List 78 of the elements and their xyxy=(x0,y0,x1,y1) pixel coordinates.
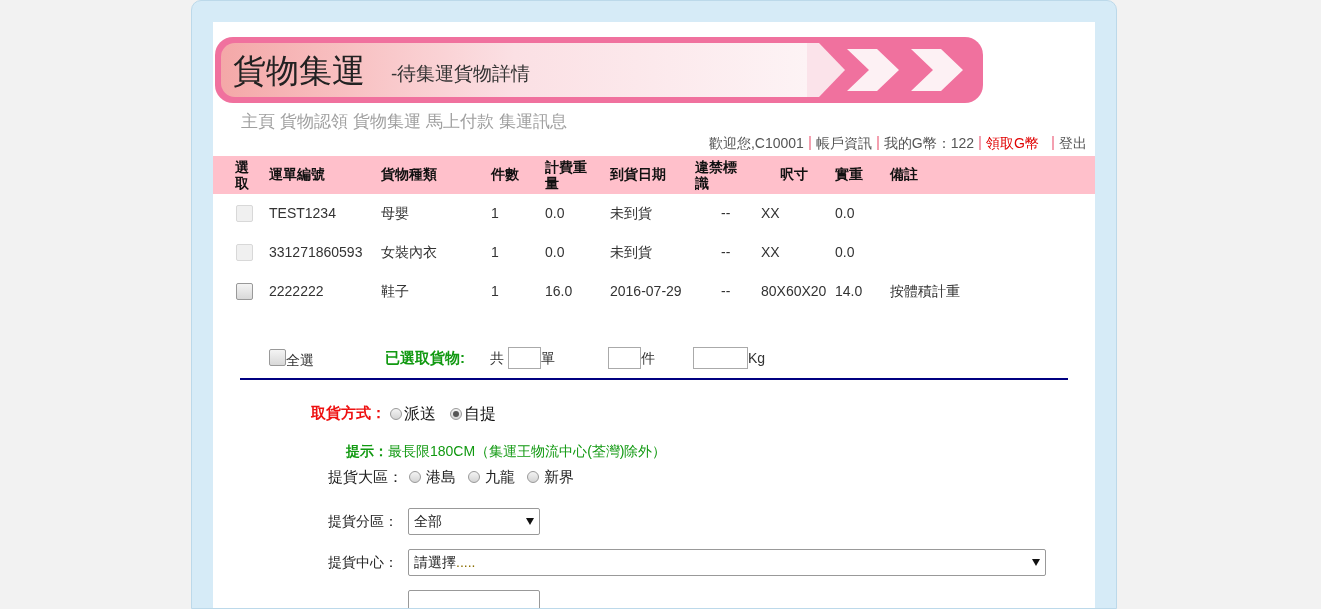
waybill-number: 2222222 xyxy=(269,282,324,299)
pieces-unit: 件 xyxy=(641,348,656,368)
waybill-number: TEST1234 xyxy=(269,204,336,221)
user-link[interactable]: 登出 xyxy=(1059,132,1087,154)
center-select[interactable]: 請選擇..... xyxy=(408,549,1046,576)
column-header: 呎寸 xyxy=(780,165,809,184)
radio-button[interactable] xyxy=(409,470,421,483)
dropdown-caret-icon xyxy=(526,518,534,525)
banner-title: 貨物集運 xyxy=(233,53,365,87)
field-label: 提貨中心： xyxy=(328,553,399,572)
banner-subtitle: -待集運貨物詳情 xyxy=(391,61,531,86)
select-all-checkbox[interactable] xyxy=(269,348,286,366)
table-cell: 0.0 xyxy=(835,243,855,260)
column-header: 貨物種類 xyxy=(381,165,438,184)
column-header: 違禁標識 xyxy=(695,158,738,191)
radio-button[interactable] xyxy=(527,470,539,483)
pickup-region-label: 提貨大區： xyxy=(328,466,403,487)
table-cell: -- xyxy=(721,282,731,299)
nav-link[interactable]: 貨物集運 xyxy=(353,109,421,135)
radio-label: 新界 xyxy=(544,466,574,487)
selected-goods-label: 已選取貨物: xyxy=(385,348,466,368)
table-cell: 按體積計重 xyxy=(890,282,960,299)
user-link[interactable]: 帳戶資訊 xyxy=(815,132,872,154)
row-checkbox[interactable] xyxy=(236,282,253,300)
table-cell: 1 xyxy=(491,243,499,260)
weight-field[interactable] xyxy=(693,347,748,370)
table-cell: 1 xyxy=(491,282,499,299)
nav-link[interactable]: 主頁 xyxy=(241,109,275,135)
table-cell: 0.0 xyxy=(545,243,565,260)
table-cell: 鞋子 xyxy=(381,282,409,299)
hint-label: 提示： xyxy=(346,441,388,461)
table-cell: 母嬰 xyxy=(381,204,409,221)
user-info-text: 歡迎您,C10001 xyxy=(708,133,804,153)
radio-button[interactable] xyxy=(390,407,402,420)
radio-label: 自提 xyxy=(464,403,496,424)
table-cell: 未到貨 xyxy=(610,204,652,221)
orders-unit: 單 xyxy=(541,348,556,368)
table-cell: XX xyxy=(761,243,780,260)
table-cell: -- xyxy=(721,204,731,221)
nav-link[interactable]: 集運訊息 xyxy=(499,109,567,135)
pickup-method-label: 取貨方式： xyxy=(311,403,386,424)
hint-text: 最長限180CM（集運王物流中心(荃灣)除外） xyxy=(388,441,667,461)
table-cell: 女裝內衣 xyxy=(381,243,437,260)
radio-label: 派送 xyxy=(404,403,436,424)
select-all-label: 全選 xyxy=(286,350,314,370)
total-prefix: 共 xyxy=(490,348,504,368)
radio-label: 港島 xyxy=(426,466,456,487)
radio-button[interactable] xyxy=(468,470,480,483)
radio-label: 九龍 xyxy=(485,466,515,487)
column-header: 計費重量 xyxy=(545,158,588,191)
pieces-count-field[interactable] xyxy=(608,347,641,370)
waybill-number: 331271860593 xyxy=(269,243,363,260)
radio-button[interactable] xyxy=(450,407,462,420)
column-header: 選取 xyxy=(235,158,250,191)
table-cell: -- xyxy=(721,243,731,260)
column-header: 實重 xyxy=(835,165,864,184)
table-cell: 14.0 xyxy=(835,282,863,299)
table-cell: 16.0 xyxy=(545,282,573,299)
table-cell: 0.0 xyxy=(835,204,855,221)
district-select[interactable]: 全部 xyxy=(408,508,540,535)
table-cell: 未到貨 xyxy=(610,243,652,260)
column-header: 備註 xyxy=(890,165,919,184)
table-cell: 0.0 xyxy=(545,204,565,221)
user-link[interactable]: 領取G幣 xyxy=(986,132,1039,154)
column-header: 到貨日期 xyxy=(610,165,667,184)
orders-count-field[interactable] xyxy=(508,347,541,370)
column-header: 運單編號 xyxy=(269,165,326,184)
table-cell: 1 xyxy=(491,204,499,221)
table-cell: XX xyxy=(761,204,780,221)
dropdown-caret-icon xyxy=(1032,559,1040,566)
table-cell: 2016-07-29 xyxy=(610,282,682,299)
weight-unit: Kg xyxy=(748,348,766,368)
column-header: 件數 xyxy=(491,165,520,184)
user-info-text: 我的G幣：122 xyxy=(883,133,975,153)
nav-link[interactable]: 貨物認領 xyxy=(280,109,348,135)
table-cell: 80X60X20 xyxy=(761,282,827,299)
field-label: 提貨分區： xyxy=(328,512,399,531)
nav-link[interactable]: 馬上付款 xyxy=(426,109,494,135)
